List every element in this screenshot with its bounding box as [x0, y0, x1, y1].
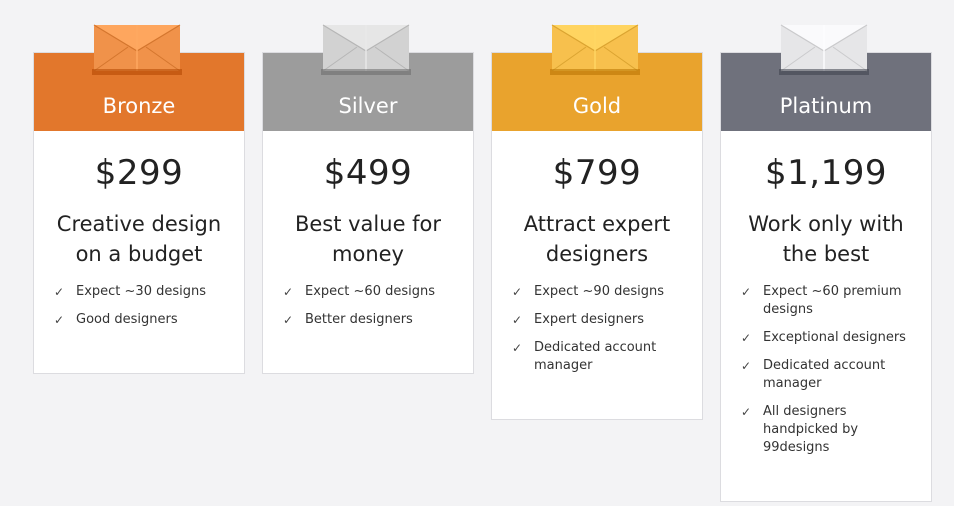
checkmark-icon: ✓	[283, 313, 294, 327]
feature-item: ✓ Better designers	[281, 311, 459, 329]
checkmark-icon: ✓	[512, 341, 523, 355]
plan-name: Platinum	[779, 94, 873, 118]
plan-price: $799	[552, 153, 642, 193]
feature-text: Expect ~90 designs	[534, 284, 664, 299]
feature-list: ✓ Expect ~30 designs ✓ Good designers	[34, 283, 244, 351]
feature-text: Expect ~60 designs	[305, 284, 435, 299]
plan-price: $299	[94, 153, 184, 193]
plan-name: Gold	[572, 94, 622, 118]
envelope-icon	[321, 17, 411, 75]
envelope-icon	[92, 17, 182, 75]
feature-text: Expert designers	[534, 312, 644, 327]
feature-item: ✓ Dedicated account manager	[510, 339, 688, 375]
envelope-icon	[550, 17, 640, 75]
feature-text: Expect ~30 designs	[76, 284, 206, 299]
envelope-icon	[779, 17, 869, 75]
plan-tagline: Work only with the best	[748, 212, 904, 266]
feature-text: Exceptional designers	[763, 330, 906, 345]
feature-item: ✓ Expect ~60 premium designs	[739, 283, 917, 319]
plan-tagline: Creative design on a budget	[56, 212, 222, 266]
feature-text: Good designers	[76, 312, 178, 327]
feature-text: Dedicated account manager	[763, 358, 886, 391]
feature-item: ✓ Exceptional designers	[739, 329, 917, 347]
feature-list: ✓ Expect ~60 designs ✓ Better designers	[263, 283, 473, 351]
feature-text: Better designers	[305, 312, 413, 327]
checkmark-icon: ✓	[741, 331, 752, 345]
feature-text: All designers handpicked by 99designs	[763, 404, 859, 455]
feature-list: ✓ Expect ~60 premium designs ✓ Exceptional…	[721, 283, 931, 479]
feature-text: Dedicated account manager	[534, 340, 657, 373]
plan-price: $1,199	[765, 153, 887, 193]
feature-item: ✓ Expect ~30 designs	[52, 283, 230, 301]
plan-card-platinum[interactable]: Platinum $1,199 Work only with the best …	[720, 24, 932, 502]
feature-item: ✓ Expert designers	[510, 311, 688, 329]
feature-list: ✓ Expect ~90 designs ✓ Expert designers ✓ D…	[492, 283, 702, 397]
checkmark-icon: ✓	[741, 285, 752, 299]
checkmark-icon: ✓	[54, 285, 65, 299]
feature-item: ✓ Good designers	[52, 311, 230, 329]
feature-item: ✓ Dedicated account manager	[739, 357, 917, 393]
plan-name: Bronze	[102, 94, 176, 118]
checkmark-icon: ✓	[512, 285, 523, 299]
plan-price: $499	[323, 153, 413, 193]
checkmark-icon: ✓	[283, 285, 294, 299]
checkmark-icon: ✓	[54, 313, 65, 327]
plan-tagline: Best value for money	[294, 212, 442, 266]
feature-text: Expect ~60 premium designs	[763, 284, 902, 317]
plan-name: Silver	[338, 94, 398, 118]
feature-item: ✓ All designers handpicked by 99designs	[739, 403, 917, 457]
checkmark-icon: ✓	[741, 359, 752, 373]
plan-card-silver[interactable]: Silver $499 Best value for money ✓ Expect…	[262, 24, 474, 374]
checkmark-icon: ✓	[741, 405, 752, 419]
plan-card-bronze[interactable]: Bronze $299 Creative design on a budget …	[33, 24, 245, 374]
feature-item: ✓ Expect ~90 designs	[510, 283, 688, 301]
checkmark-icon: ✓	[512, 313, 523, 327]
plan-card-gold[interactable]: Gold $799 Attract expert designers ✓ Expe…	[491, 24, 703, 420]
pricing-section: Bronze $299 Creative design on a budget …	[0, 0, 954, 506]
feature-item: ✓ Expect ~60 designs	[281, 283, 459, 301]
plan-tagline: Attract expert designers	[523, 212, 671, 266]
